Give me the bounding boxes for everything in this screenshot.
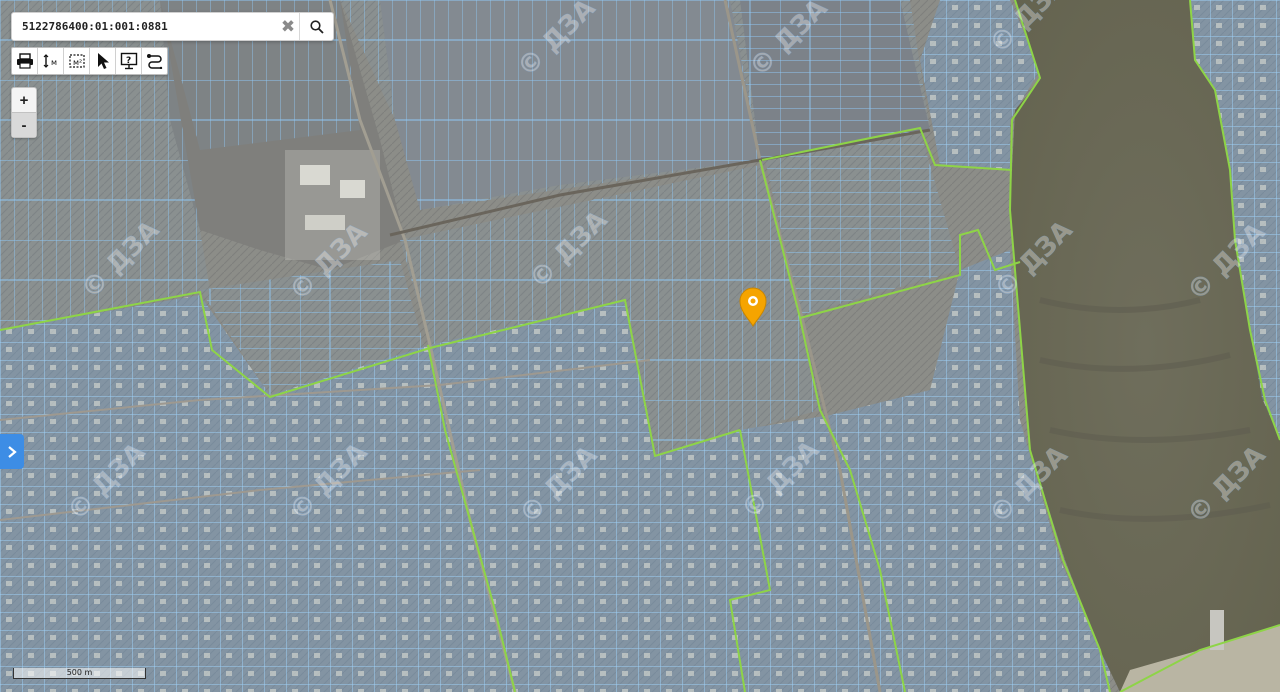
select-pointer-icon (97, 53, 109, 69)
print-button[interactable] (12, 48, 38, 74)
layers-switch-icon (146, 54, 162, 69)
zoom-out-button[interactable]: - (12, 112, 36, 137)
map-canvas[interactable]: © ДЗА © ДЗА © ДЗА © ДЗА © ДЗА © ДЗА © ДЗ… (0, 0, 1280, 692)
print-icon (16, 53, 33, 69)
measure-area-icon: м² (68, 54, 85, 68)
measure-distance-button[interactable]: м (38, 48, 64, 74)
zoom-in-button[interactable]: + (12, 88, 36, 112)
measure-area-button[interactable]: м² (64, 48, 90, 74)
search-icon (309, 19, 324, 34)
cadastral-search-bar: ✖ (11, 12, 334, 41)
search-input[interactable] (12, 13, 277, 40)
zoom-control: + - (11, 87, 37, 138)
map-toolbar: м м² ? (11, 47, 168, 75)
chevron-right-icon (8, 445, 17, 458)
search-button[interactable] (299, 13, 333, 40)
svg-text:?: ? (126, 56, 131, 66)
close-icon[interactable]: ✖ (277, 13, 299, 40)
identify-info-icon: ? (120, 52, 137, 70)
select-pointer-button[interactable] (90, 48, 116, 74)
layers-switch-button[interactable] (142, 48, 167, 74)
svg-text:м: м (51, 58, 57, 67)
scale-label: 500 m (66, 668, 93, 677)
scale-bar: 500 m (13, 668, 146, 679)
identify-info-button[interactable]: ? (116, 48, 142, 74)
side-panel-toggle-button[interactable] (0, 434, 24, 469)
svg-text:м²: м² (73, 58, 82, 67)
measure-distance-icon: м (43, 54, 57, 68)
